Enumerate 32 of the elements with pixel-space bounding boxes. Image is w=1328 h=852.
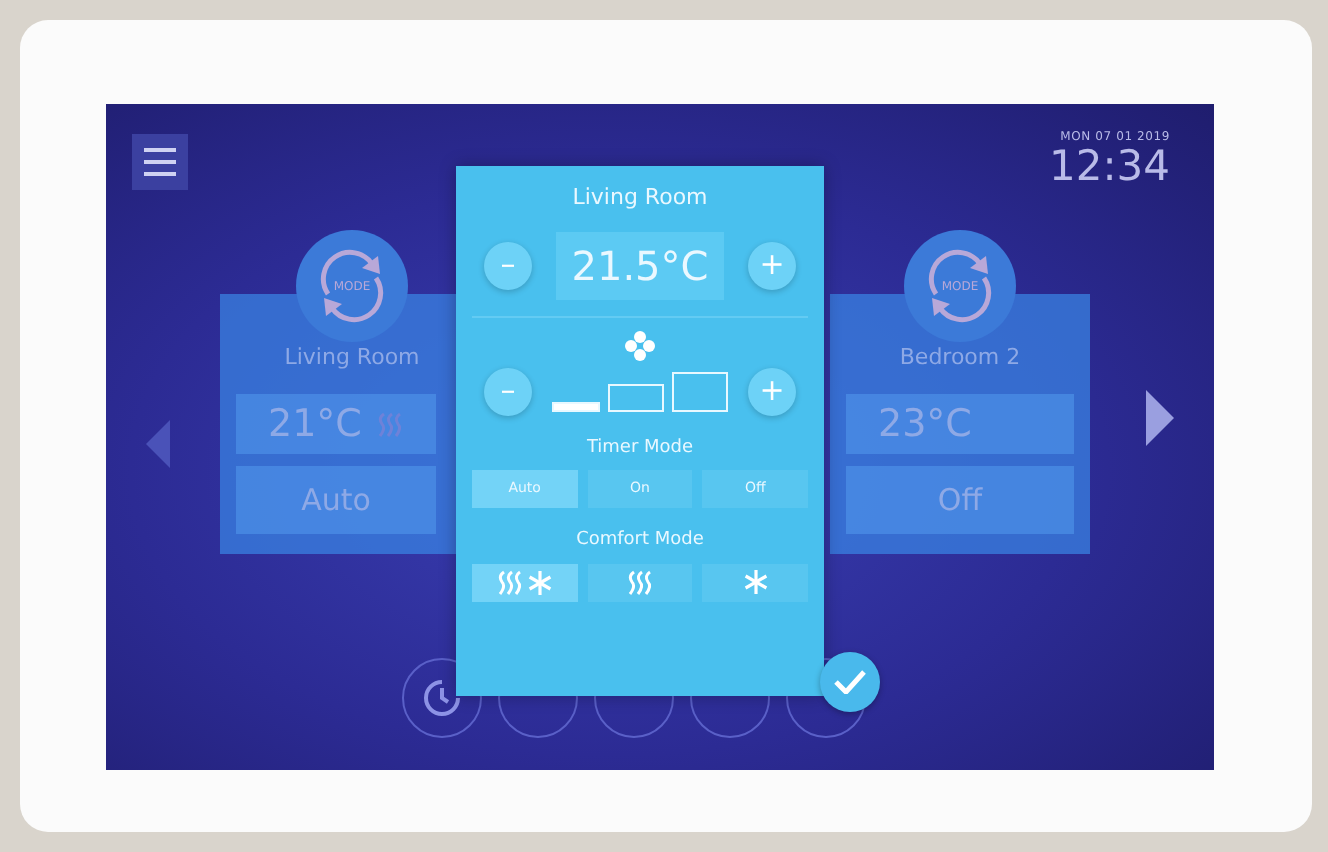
comfort-option[interactable] — [702, 563, 809, 601]
comfort-option[interactable] — [587, 563, 693, 601]
left-arrow-icon[interactable] — [146, 420, 170, 468]
minus-button[interactable]: – — [484, 367, 532, 415]
zone-card[interactable]: Bedroom 2 23°C Off — [830, 294, 1090, 554]
fan-speed-bar[interactable] — [672, 371, 728, 411]
snowflake-icon — [743, 570, 768, 594]
comfort-option[interactable] — [472, 563, 578, 601]
zone-name: Living Room — [282, 342, 422, 374]
checkmark-icon — [834, 670, 866, 694]
panel-title: Living Room — [572, 182, 708, 214]
menu-button[interactable] — [132, 134, 188, 190]
plus-button[interactable]: + — [748, 367, 796, 415]
plus-button[interactable]: + — [748, 241, 796, 289]
mode-value[interactable]: Auto — [236, 466, 436, 534]
temperature-value: 23°C — [878, 399, 972, 450]
section-title: Timer Mode — [586, 435, 694, 461]
zone-name: Bedroom 2 — [897, 342, 1023, 374]
clock-time: 12:34 — [1048, 146, 1170, 188]
temperature-value: 21°C — [268, 399, 362, 450]
clock-icon — [422, 678, 462, 718]
fan-speed-bar[interactable] — [608, 383, 664, 411]
minus-button[interactable]: – — [484, 241, 532, 289]
fan-icon — [624, 329, 656, 361]
heat-and-snowflake-icon — [496, 569, 553, 595]
fan-speed-bar[interactable] — [552, 401, 600, 411]
section-title: Comfort Mode — [576, 528, 704, 554]
confirm-button[interactable] — [820, 652, 880, 712]
heating-icon — [626, 569, 654, 595]
setpoint-value: 21.5°C — [555, 231, 725, 299]
mode-value[interactable]: Off — [846, 466, 1074, 534]
right-arrow-icon[interactable] — [1146, 390, 1174, 446]
